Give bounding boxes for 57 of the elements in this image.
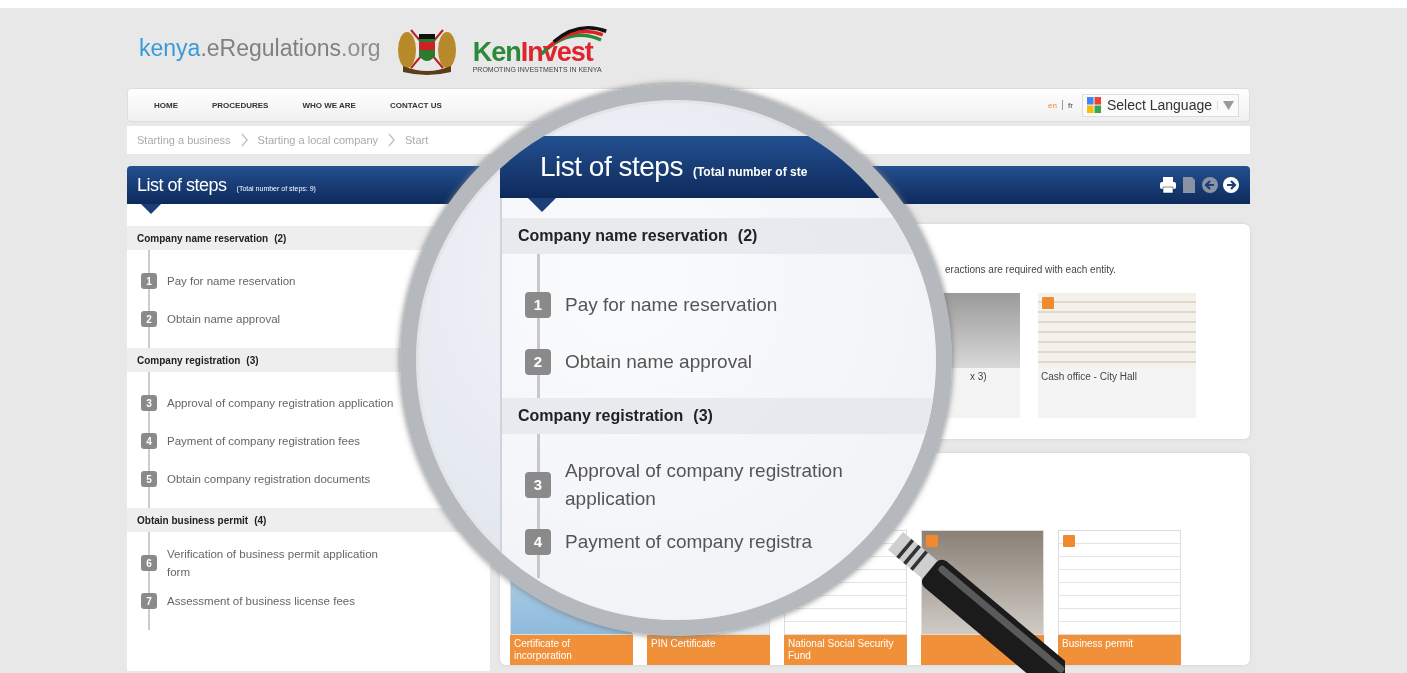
step-number: 7 <box>141 593 157 609</box>
step-link[interactable]: Payment of company registration fees <box>167 432 361 450</box>
step-link[interactable]: Approval of company registration application <box>565 456 895 513</box>
print-icon[interactable] <box>1159 176 1177 194</box>
caret-icon <box>1217 100 1234 110</box>
step-number: 4 <box>141 433 157 449</box>
step-link[interactable]: Approval of company registration application <box>167 394 394 412</box>
nav-link[interactable]: HOME <box>154 100 178 110</box>
photo-caption: Cash office - City Hall <box>1038 368 1196 418</box>
step-link[interactable]: Obtain company registration documents <box>167 470 371 488</box>
step-link[interactable]: Pay for name reservation <box>565 290 778 319</box>
step-link[interactable]: Obtain name approval <box>167 310 281 328</box>
step-link[interactable]: Pay for name reservation <box>167 272 296 290</box>
forward-arrow-icon[interactable] <box>1222 176 1240 194</box>
step-number: 1 <box>525 291 551 318</box>
step-number: 2 <box>141 311 157 327</box>
language-select[interactable]: Select Language <box>1081 93 1239 117</box>
section-count: (2) <box>274 232 287 244</box>
document-caption: PIN Certificate <box>647 635 770 665</box>
section-count: (3) <box>693 407 713 425</box>
step-number: 6 <box>141 555 157 571</box>
section-title: Obtain business permit <box>137 514 249 526</box>
translate-icon <box>1086 96 1102 114</box>
chevron-icon <box>240 133 248 147</box>
language-link[interactable]: fr <box>1068 100 1073 110</box>
step-number: 3 <box>525 471 551 498</box>
section-title: Company registration <box>137 354 241 366</box>
steps-count: (Total number of ste <box>692 165 808 179</box>
section-title: Company name reservation <box>518 227 728 245</box>
document-caption: Certificate of incorporation <box>510 635 633 665</box>
panel-title: List of steps <box>540 151 683 183</box>
step-link[interactable]: Payment of company registra <box>565 527 813 556</box>
partner-logo[interactable]: KenInvest <box>472 37 602 66</box>
pointer-icon <box>141 204 161 214</box>
step-number: 2 <box>525 348 551 375</box>
step-link[interactable]: Obtain name approval <box>565 347 752 376</box>
section-title: Company registration <box>518 407 684 425</box>
site-logo[interactable]: kenya.eRegulations.org <box>139 34 381 62</box>
document-caption: National Social Security Fund <box>784 635 907 665</box>
nav-link[interactable]: CONTACT US <box>389 100 442 110</box>
step-number: 4 <box>525 528 551 555</box>
section-count: (2) <box>737 227 758 245</box>
entity-note: eractions are required with each entity. <box>945 264 1116 275</box>
step-number: 3 <box>141 395 157 411</box>
section-count: (3) <box>246 354 259 366</box>
section-count: (4) <box>254 514 267 526</box>
nav-link[interactable]: WHO WE ARE <box>302 100 356 110</box>
pointer-icon <box>528 198 556 212</box>
step-number: 5 <box>141 471 157 487</box>
section-title: Company name reservation <box>137 232 269 244</box>
step-number: 1 <box>141 273 157 289</box>
document-caption: Business permit <box>1058 635 1181 665</box>
chevron-icon <box>388 133 395 147</box>
step-link[interactable]: Verification of business permit application form <box>167 545 399 581</box>
nav-link[interactable]: PROCEDURES <box>212 100 269 110</box>
panel-title: List of steps <box>137 174 227 196</box>
step-link[interactable]: Assessment of business license fees <box>167 592 355 610</box>
